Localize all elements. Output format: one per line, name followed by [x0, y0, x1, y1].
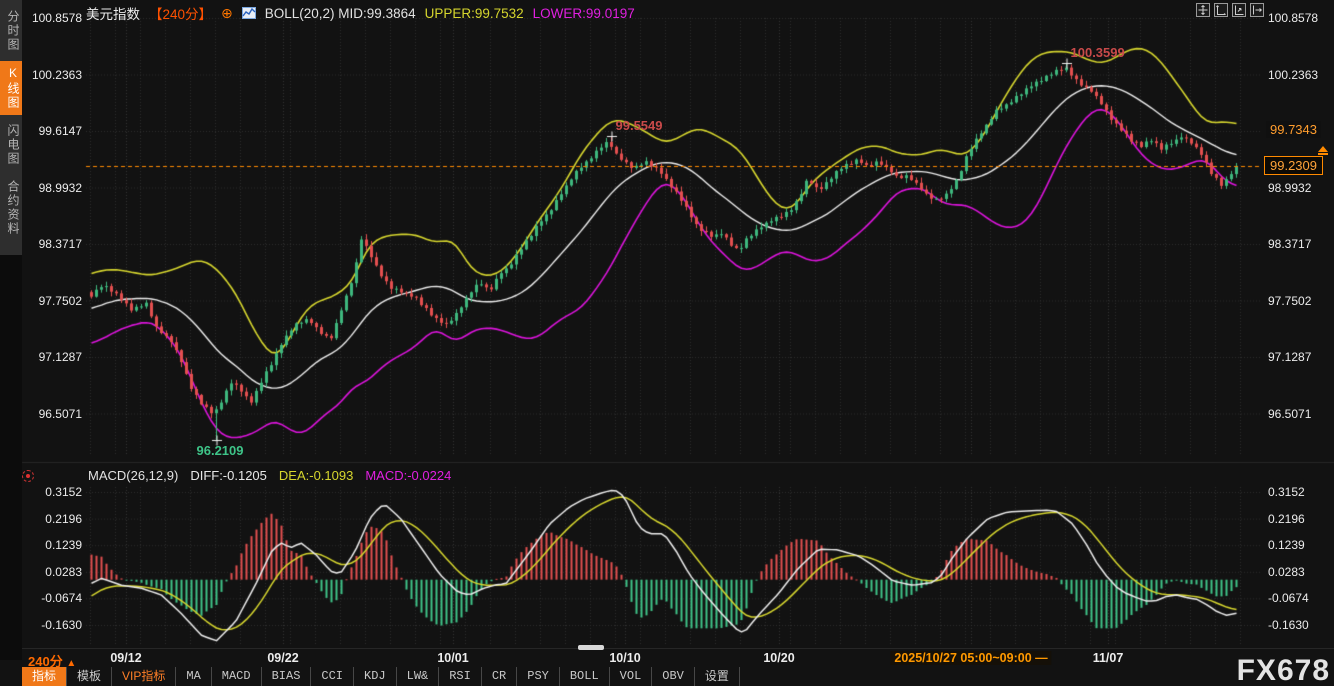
toolbar-item-vol[interactable]: VOL: [610, 667, 653, 686]
x-axis-date-label: 10/01: [437, 651, 468, 665]
sidebar-item-3[interactable]: 合约资料: [0, 175, 22, 241]
axis-zoom-out-icon[interactable]: [1232, 3, 1246, 17]
price-axis-tick: 98.3717: [1268, 237, 1330, 251]
x-axis-date-label: 10/20: [763, 651, 794, 665]
toolbar-item-cci[interactable]: CCI: [311, 667, 354, 686]
add-indicator-icon[interactable]: ⊕: [221, 5, 233, 22]
macd-axis-tick: -0.0674: [26, 591, 82, 605]
x-axis-highlight-date: 2025/10/27 05:00~09:00 —: [890, 651, 1051, 665]
x-axis-date-label: 09/12: [110, 651, 141, 665]
pane-splitter-handle[interactable]: [578, 645, 604, 650]
toolbar-item-[interactable]: 指标: [22, 667, 67, 686]
macd-axis-tick: 0.1239: [26, 538, 82, 552]
price-axis-tick: 97.1287: [26, 350, 82, 364]
sidebar-item-1[interactable]: K线图: [0, 61, 22, 115]
toolbar-item-kdj[interactable]: KDJ: [354, 667, 397, 686]
price-axis-tick: 98.9932: [1268, 181, 1330, 195]
toolbar-item-obv[interactable]: OBV: [652, 667, 695, 686]
toolbar-item-boll[interactable]: BOLL: [560, 667, 610, 686]
toolbar-item-[interactable]: 模板: [67, 667, 112, 686]
macd-params: MACD(26,12,9): [88, 468, 178, 483]
toolbar-item-ma[interactable]: MA: [176, 667, 211, 686]
x-axis-date-label: 11/07: [1093, 651, 1124, 665]
toolbar-item-macd[interactable]: MACD: [212, 667, 262, 686]
toolbar-item-[interactable]: 设置: [695, 667, 740, 686]
price-axis-tick: 97.1287: [1268, 350, 1330, 364]
macd-macd-value: MACD:-0.0224: [365, 468, 451, 483]
price-annotation-high: 99.5549: [616, 118, 663, 133]
price-annotation-low: 96.2109: [197, 443, 244, 458]
boll-upper-value: UPPER:99.7532: [425, 6, 524, 21]
price-axis-tick: 97.7502: [1268, 294, 1330, 308]
macd-axis-tick: 0.2196: [26, 512, 82, 526]
boll-lower-value: LOWER:99.0197: [533, 6, 635, 21]
x-axis-date-label: 09/22: [267, 651, 298, 665]
upper-band-price-label: 99.7343: [1266, 121, 1321, 138]
price-axis-tick: 99.6147: [26, 124, 82, 138]
macd-dea-value: DEA:-0.1093: [279, 468, 353, 483]
chart-type-sidebar: 分时图 K线图闪电图合约资料: [0, 0, 22, 660]
x-axis-date-label: 10/10: [609, 651, 640, 665]
sidebar-item-0[interactable]: 分时图: [0, 5, 22, 57]
macd-indicator-icon[interactable]: [22, 470, 34, 482]
chart-type-icon[interactable]: [242, 7, 256, 19]
toolbar-item-bias[interactable]: BIAS: [262, 667, 312, 686]
macd-axis-tick: 0.0283: [26, 565, 82, 579]
macd-axis-tick: -0.1630: [1268, 618, 1330, 632]
price-axis-tick: 100.8578: [1268, 11, 1330, 25]
macd-axis-tick: 0.1239: [1268, 538, 1330, 552]
toolbar-item-cr[interactable]: CR: [482, 667, 517, 686]
macd-axis-tick: -0.0674: [1268, 591, 1330, 605]
pan-tool-icon[interactable]: [1196, 3, 1210, 17]
macd-axis-tick: -0.1630: [26, 618, 82, 632]
price-axis-tick: 96.5071: [26, 407, 82, 421]
toolbar-item-rsi[interactable]: RSI: [439, 667, 482, 686]
candlestick-macd-chart[interactable]: [0, 0, 1334, 686]
price-axis-tick: 96.5071: [1268, 407, 1330, 421]
macd-axis-tick: 0.0283: [1268, 565, 1330, 579]
step-right-tool-icon[interactable]: [1250, 3, 1264, 17]
price-up-arrow-icon: [1318, 146, 1328, 155]
price-annotation-high: 100.3599: [1071, 45, 1125, 60]
macd-header: MACD(26,12,9) DIFF:-0.1205 DEA:-0.1093 M…: [88, 468, 451, 483]
period-label: 【240分】: [149, 3, 212, 23]
price-axis-tick: 97.7502: [26, 294, 82, 308]
current-price-label: 99.2309: [1264, 156, 1323, 175]
axis-zoom-in-icon[interactable]: [1214, 3, 1228, 17]
toolbar-item-vip[interactable]: VIP指标: [112, 667, 176, 686]
indicator-toolbar: 指标模板VIP指标MAMACDBIASCCIKDJLW&RSICRPSYBOLL…: [22, 667, 740, 686]
macd-diff-value: DIFF:-0.1205: [190, 468, 267, 483]
chart-toolbar-top: [1196, 3, 1264, 17]
fx678-watermark: FX678: [1237, 654, 1330, 686]
symbol-name: 美元指数: [86, 3, 140, 23]
price-axis-tick: 100.8578: [26, 11, 82, 25]
price-axis-tick: 98.3717: [26, 237, 82, 251]
boll-mid-value: BOLL(20,2) MID:99.3864: [265, 6, 416, 21]
macd-axis-tick: 0.3152: [26, 485, 82, 499]
price-axis-tick: 100.2363: [26, 68, 82, 82]
footer-divider: [22, 648, 1334, 649]
macd-axis-tick: 0.3152: [1268, 485, 1330, 499]
toolbar-item-lw[interactable]: LW&: [397, 667, 440, 686]
sidebar-item-2[interactable]: 闪电图: [0, 119, 22, 171]
charting-app: 美元指数 【240分】 ⊕ BOLL(20,2) MID:99.3864 UPP…: [0, 0, 1334, 686]
macd-axis-tick: 0.2196: [1268, 512, 1330, 526]
price-axis-tick: 100.2363: [1268, 68, 1330, 82]
chart-header: 美元指数 【240分】 ⊕ BOLL(20,2) MID:99.3864 UPP…: [86, 3, 635, 23]
toolbar-item-psy[interactable]: PSY: [517, 667, 560, 686]
price-axis-tick: 98.9932: [26, 181, 82, 195]
